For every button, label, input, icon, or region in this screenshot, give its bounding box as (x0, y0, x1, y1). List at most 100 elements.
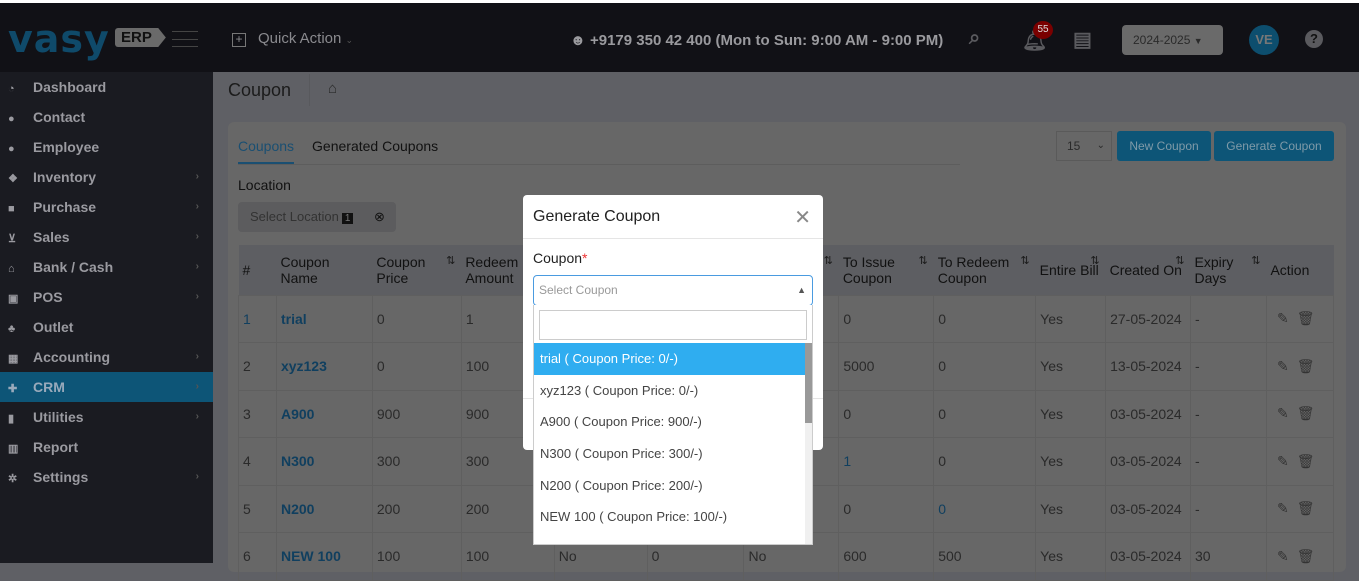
new-coupon-button[interactable]: New Coupon (1117, 131, 1211, 161)
table-cell[interactable]: xyz123 (275, 342, 373, 391)
sidebar-item-sales[interactable]: ⊻ Sales › (0, 222, 213, 252)
edit-icon[interactable]: ✎ (1277, 548, 1289, 564)
coupon-option[interactable]: trial ( Coupon Price: 0/-) (534, 343, 806, 375)
search-icon[interactable]: ⌕ (969, 27, 980, 50)
calculator-icon[interactable]: ▤ (1073, 27, 1092, 52)
table-cell[interactable]: N200 (275, 484, 373, 533)
column-header: Action (1266, 245, 1334, 295)
sort-icon[interactable]: ⇅ (1090, 254, 1099, 267)
sidebar-item-accounting[interactable]: ▦ Accounting › (0, 342, 213, 372)
coupon-option[interactable]: xyz123 ( Coupon Price: 0/-) (534, 375, 806, 407)
table-cell[interactable]: A900 (275, 389, 373, 438)
sidebar-item-crm[interactable]: ✚ CRM › (0, 372, 213, 402)
sort-icon[interactable]: ⇅ (446, 254, 455, 267)
table-cell: Yes (1035, 342, 1107, 391)
column-header[interactable]: Expiry Days ⇅ (1190, 245, 1267, 295)
coupon-option[interactable]: NEW 100 ( Coupon Price: 100/-) (534, 501, 806, 533)
sort-icon[interactable]: ⇅ (824, 254, 833, 267)
table-cell: 600 (838, 532, 935, 581)
page-title: Coupon (228, 80, 292, 100)
trash-icon[interactable]: 🗑︎ (1297, 548, 1315, 564)
support-phone: ☻ +9179 350 42 400 (Mon to Sun: 9:00 AM … (570, 32, 943, 49)
table-cell[interactable]: NEW 100 (275, 532, 373, 581)
sidebar-item-report[interactable]: ▥ Report (0, 432, 213, 462)
table-cell[interactable]: trial (275, 294, 373, 343)
table-cell: 5 (238, 484, 277, 533)
coupon-label: Coupon* (533, 250, 588, 266)
column-header[interactable]: Created On ⇅ (1105, 245, 1191, 295)
table-cell: - (1190, 342, 1267, 391)
tab-generated-coupons[interactable]: Generated Coupons (312, 138, 438, 162)
edit-icon[interactable]: ✎ (1277, 405, 1289, 421)
briefcase-icon: ■ (8, 203, 15, 215)
table-cell: 100 (371, 532, 462, 581)
chevron-right-icon: › (195, 471, 199, 482)
quick-action-button[interactable]: + Quick Action ⌄ (232, 30, 353, 47)
sidebar-item-employee[interactable]: ● Employee (0, 132, 213, 162)
sort-icon[interactable]: ⇅ (1020, 254, 1029, 267)
close-icon[interactable]: ✕ (794, 205, 811, 230)
trash-icon[interactable]: 🗑︎ (1297, 310, 1315, 326)
dropdown-scrollbar[interactable] (805, 343, 812, 544)
coupon-option[interactable]: A900 ( Coupon Price: 900/-) (534, 406, 806, 438)
sidebar-item-outlet[interactable]: ♣ Outlet (0, 312, 213, 342)
column-header[interactable]: To Issue Coupon ⇅ (838, 245, 934, 295)
coupon-option[interactable]: N200 ( Coupon Price: 200/-) (534, 470, 806, 502)
file-icon: ▮ (8, 413, 15, 425)
coupon-dropdown: trial ( Coupon Price: 0/-) xyz123 ( Coupo… (533, 305, 813, 545)
location-select[interactable]: Select Location 1 ⊗ (238, 202, 396, 232)
trash-icon[interactable]: 🗑︎ (1297, 453, 1315, 469)
sidebar-item-label: Utilities (33, 409, 84, 425)
sitemap-icon: ♣ (8, 323, 16, 335)
avatar[interactable]: VE (1249, 25, 1279, 55)
sidebar-item-utilities[interactable]: ▮ Utilities › (0, 402, 213, 432)
coupon-select[interactable]: Select Coupon ▲ (533, 275, 813, 306)
bank-icon: ⌂ (8, 263, 15, 275)
edit-icon[interactable]: ✎ (1277, 453, 1289, 469)
action-cell: ✎ 🗑︎ (1265, 294, 1335, 343)
user-icon: ● (8, 113, 15, 125)
sort-icon[interactable]: ⇅ (1175, 254, 1184, 267)
coupon-option[interactable]: N300 ( Coupon Price: 300/-) (534, 438, 806, 470)
sidebar-item-dashboard[interactable]: ◔ Dashboard (0, 72, 213, 102)
column-header[interactable]: Entire Bill ⇅ (1035, 245, 1106, 295)
tab-coupons[interactable]: Coupons (238, 138, 295, 164)
edit-icon[interactable]: ✎ (1277, 500, 1289, 516)
sort-icon[interactable]: ⇅ (919, 254, 928, 267)
clear-icon[interactable]: ⊗ (374, 202, 385, 232)
menu-toggle-icon[interactable] (172, 31, 198, 47)
phone-text: +9179 350 42 400 (Mon to Sun: 9:00 AM - … (589, 32, 944, 49)
column-header-text: Redeem Amount (465, 253, 519, 286)
sidebar-item-contact[interactable]: ● Contact (0, 102, 213, 132)
page-size-select[interactable]: 15 ⌄ (1056, 131, 1112, 161)
edit-icon[interactable]: ✎ (1277, 310, 1289, 326)
sidebar-item-inventory[interactable]: ❖ Inventory › (0, 162, 213, 192)
table-cell: 03-05-2024 (1105, 532, 1192, 581)
column-header[interactable]: Coupon Price ⇅ (372, 245, 462, 295)
column-header[interactable]: To Redeem Coupon ⇅ (933, 245, 1036, 295)
sidebar-item-pos[interactable]: ▣ POS › (0, 282, 213, 312)
trash-icon[interactable]: 🗑︎ (1297, 358, 1315, 374)
action-cell: ✎ 🗑︎ (1265, 342, 1335, 391)
table-cell: 0 (838, 294, 935, 343)
table-cell[interactable]: N300 (275, 437, 373, 486)
year-select[interactable]: 2024-2025 ▼ (1122, 25, 1223, 55)
trash-icon[interactable]: 🗑︎ (1297, 405, 1315, 421)
help-icon[interactable]: ? (1305, 30, 1323, 48)
table-cell: 1 (238, 294, 277, 343)
sidebar-item-bank-cash[interactable]: ⌂ Bank / Cash › (0, 252, 213, 282)
table-cell: 27-05-2024 (1105, 294, 1192, 343)
trash-icon[interactable]: 🗑︎ (1297, 500, 1315, 516)
table-cell: 0 (933, 437, 1037, 486)
sort-icon[interactable]: ⇅ (1251, 254, 1260, 267)
edit-icon[interactable]: ✎ (1277, 358, 1289, 374)
chevron-right-icon: › (195, 261, 199, 272)
table-cell: 1 (838, 437, 935, 486)
sidebar-item-settings[interactable]: ✲ Settings › (0, 462, 213, 492)
logo-badge: ERP (115, 28, 166, 47)
table-cell: 03-05-2024 (1105, 484, 1192, 533)
sidebar-item-purchase[interactable]: ■ Purchase › (0, 192, 213, 222)
generate-coupon-button[interactable]: Generate Coupon (1214, 131, 1334, 161)
home-icon[interactable]: ⌂ (328, 80, 337, 97)
coupon-search-input[interactable] (539, 310, 807, 340)
